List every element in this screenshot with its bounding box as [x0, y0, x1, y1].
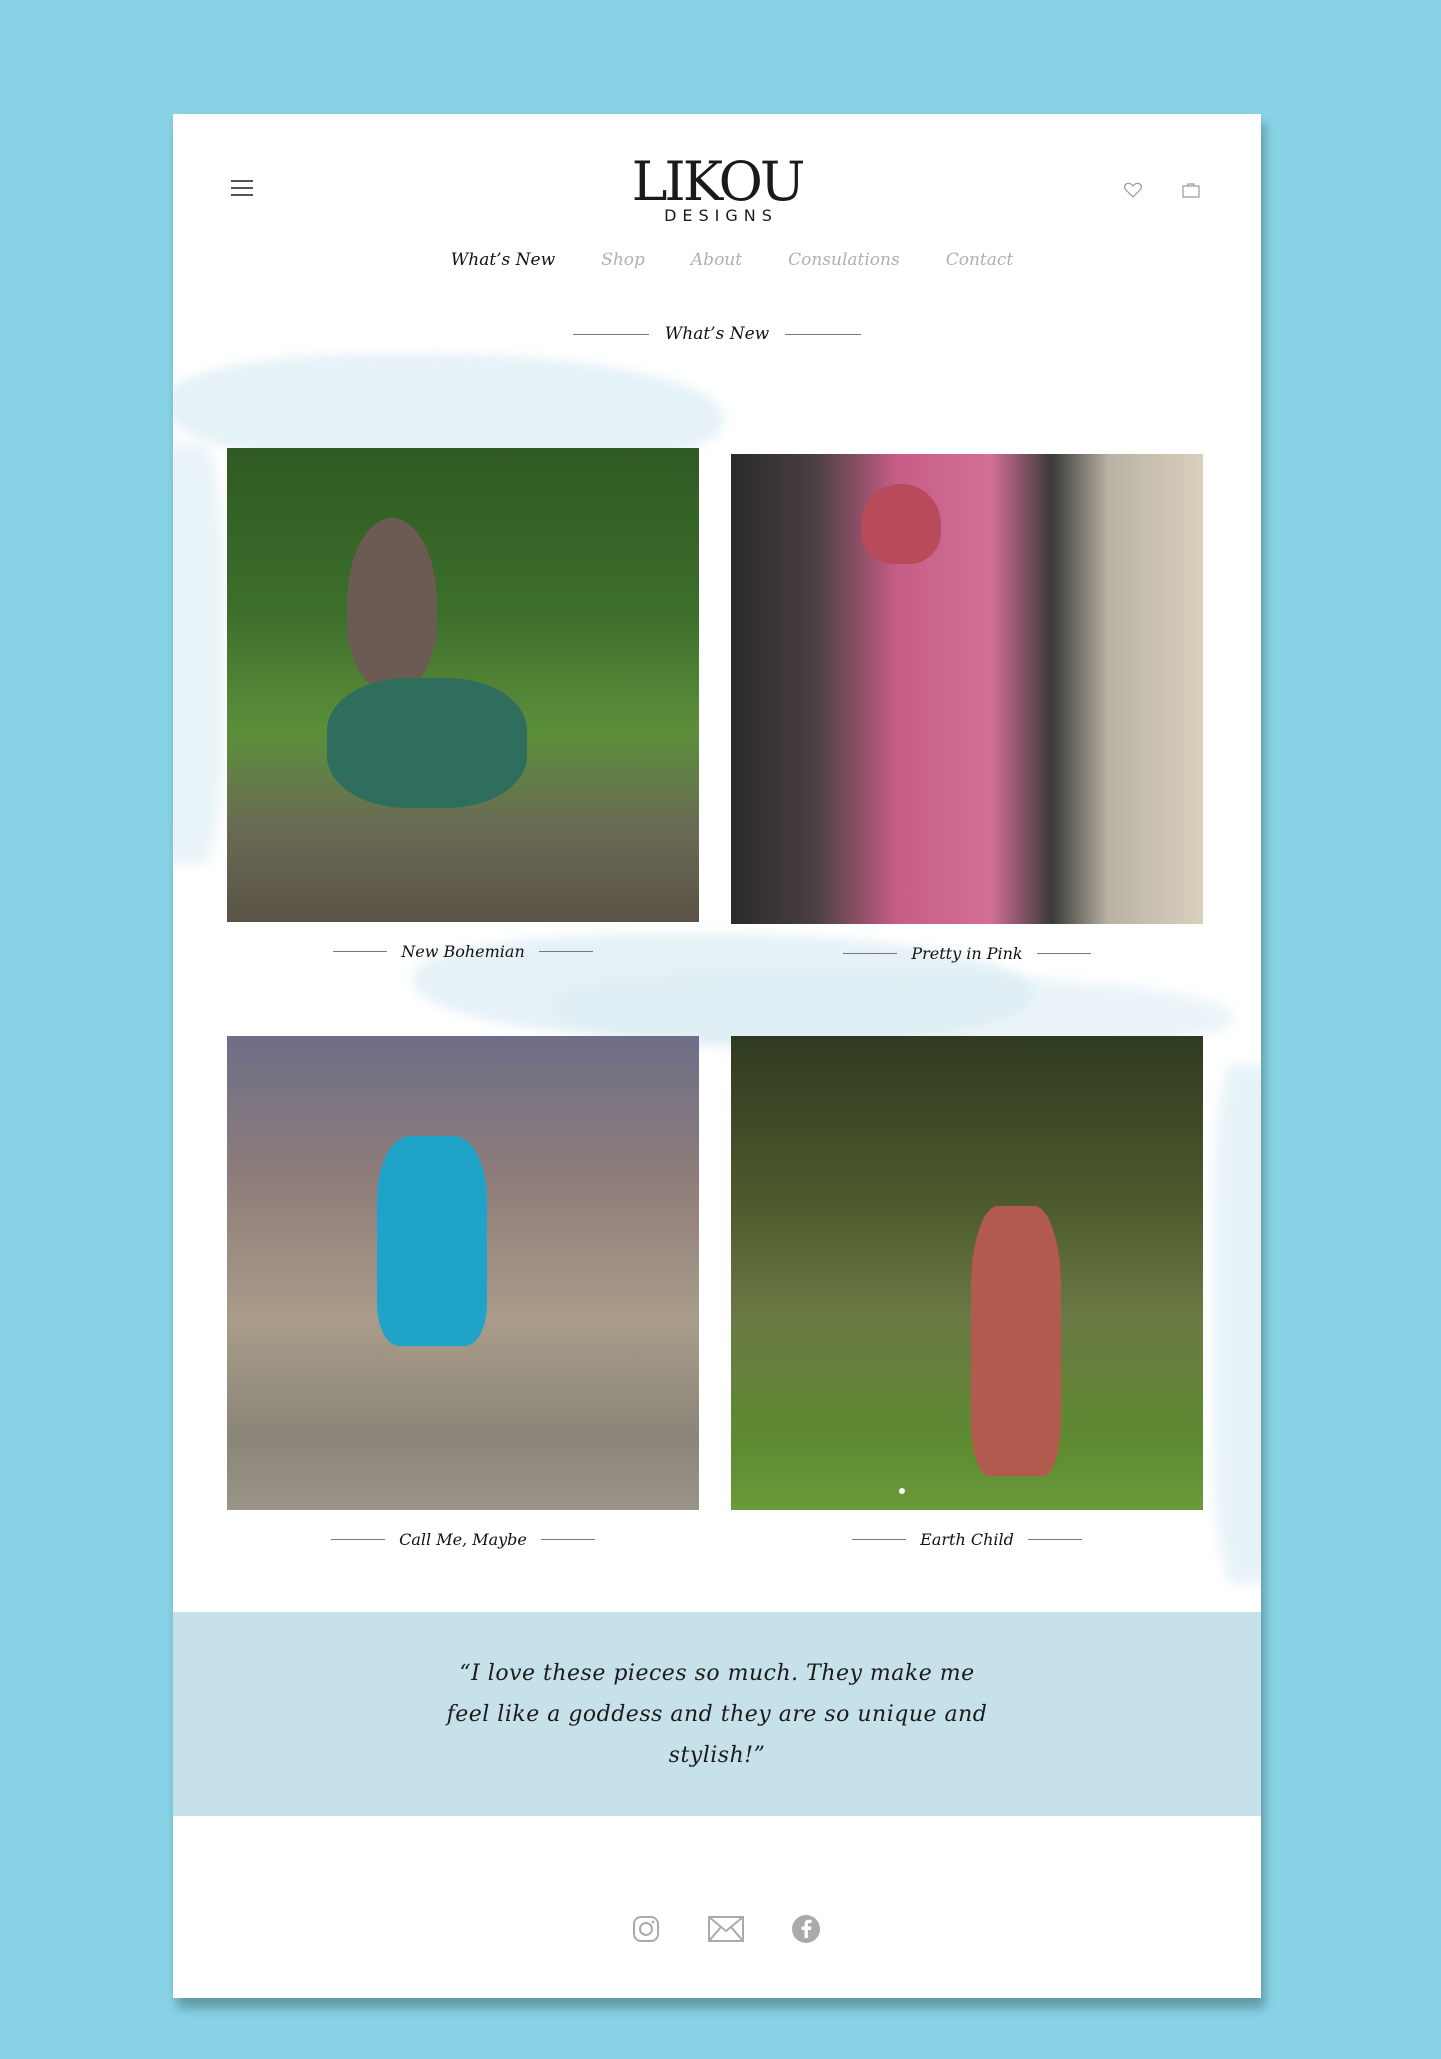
card-caption: Call Me, Maybe [227, 1530, 699, 1549]
logo-subtitle: DESIGNS [664, 206, 778, 225]
product-photo[interactable] [227, 448, 699, 922]
skirt-shape [327, 678, 527, 808]
instagram-icon[interactable] [631, 1914, 661, 1944]
logo-wordmark: LIKOU [631, 150, 806, 213]
mail-icon[interactable] [707, 1914, 745, 1944]
nav-item-contact[interactable]: Contact [946, 250, 1014, 270]
divider [333, 951, 388, 952]
nav-item-consultations[interactable]: Consulations [788, 250, 900, 270]
product-photo[interactable] [731, 1036, 1203, 1510]
divider [538, 951, 593, 952]
social-links [173, 1914, 1261, 1944]
product-photo[interactable] [227, 1036, 699, 1510]
testimonial-band: “I love these pieces so much. They make … [173, 1612, 1261, 1816]
model-figure [377, 1136, 487, 1346]
card-caption: Pretty in Pink [731, 944, 1203, 963]
card-title[interactable]: Pretty in Pink [911, 944, 1022, 963]
nav-item-shop[interactable]: Shop [601, 250, 645, 270]
divider [1027, 1539, 1082, 1540]
testimonial-text: “I love these pieces so much. They make … [446, 1660, 988, 1768]
card-title[interactable]: Call Me, Maybe [399, 1530, 527, 1549]
product-card[interactable]: Earth Child [731, 1036, 1203, 1549]
logo[interactable]: LIKOU DESIGNS [173, 150, 1261, 226]
divider [843, 953, 898, 954]
nav-item-about[interactable]: About [691, 250, 742, 270]
header-actions [1123, 180, 1201, 200]
divider [852, 1539, 907, 1540]
section-heading: What’s New [173, 324, 1261, 344]
product-photo[interactable] [731, 454, 1203, 924]
bag-icon[interactable] [1181, 180, 1201, 200]
facebook-icon[interactable] [791, 1914, 821, 1944]
model-figure [347, 518, 437, 688]
model-figure [861, 484, 941, 564]
carousel-indicator[interactable] [899, 1488, 905, 1494]
section-title: What’s New [664, 324, 770, 344]
watercolor-wash [173, 444, 223, 864]
product-card[interactable]: New Bohemian [227, 448, 699, 961]
product-card[interactable]: Pretty in Pink [731, 454, 1203, 963]
card-caption: Earth Child [731, 1530, 1203, 1549]
watercolor-wash [1213, 1064, 1261, 1584]
product-card[interactable]: Call Me, Maybe [227, 1036, 699, 1549]
card-title[interactable]: Earth Child [920, 1530, 1014, 1549]
divider [572, 333, 649, 335]
card-caption: New Bohemian [227, 942, 699, 961]
divider [785, 333, 862, 335]
nav-item-whats-new[interactable]: What’s New [451, 250, 555, 270]
divider [540, 1539, 595, 1540]
card-title[interactable]: New Bohemian [401, 942, 525, 961]
heart-icon[interactable] [1123, 180, 1143, 200]
divider [331, 1539, 386, 1540]
divider [1036, 953, 1091, 954]
main-nav: What’s New Shop About Consulations Conta… [173, 250, 1261, 270]
page-card: LIKOU DESIGNS What’s New Shop About Cons… [173, 114, 1261, 1998]
model-figure [971, 1206, 1061, 1476]
